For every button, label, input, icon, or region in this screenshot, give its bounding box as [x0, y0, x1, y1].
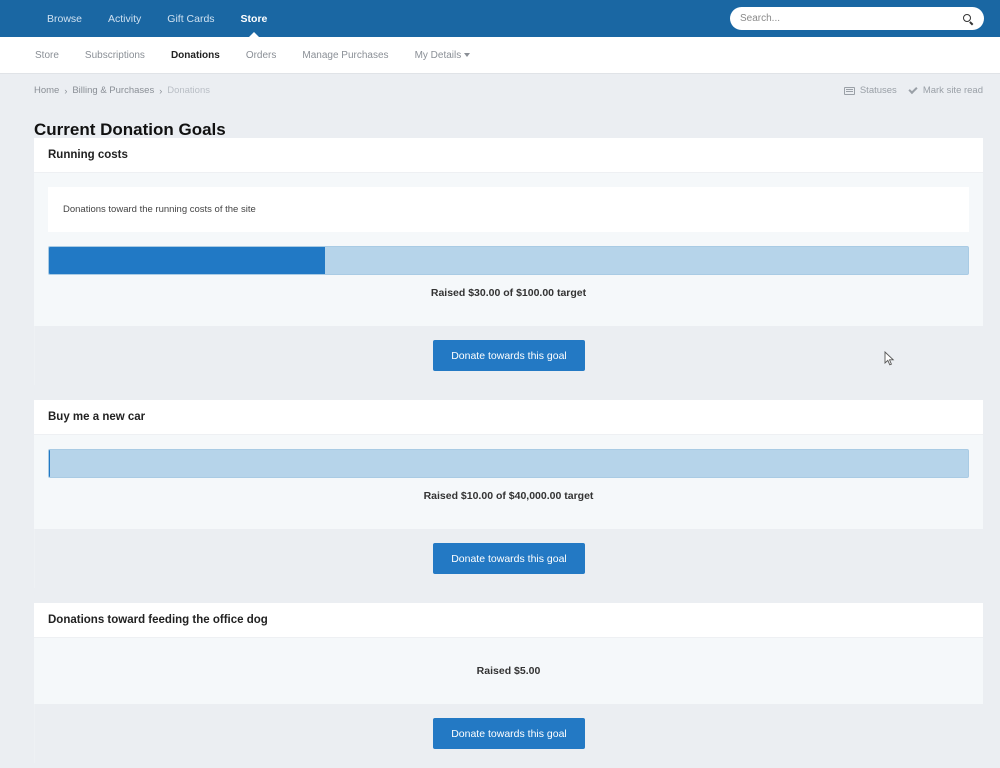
secondary-nav: Store Subscriptions Donations Orders Man…: [0, 37, 1000, 74]
search-input[interactable]: [740, 13, 962, 24]
top-navigation-bar: Browse Activity Gift Cards Store: [0, 0, 1000, 37]
progress-bar: [48, 449, 969, 478]
page-actions: Statuses Mark site read: [832, 84, 983, 96]
donation-goal: Running costs Donations toward the runni…: [34, 138, 983, 385]
breadcrumb-billing[interactable]: Billing & Purchases: [72, 85, 154, 96]
donate-button[interactable]: Donate towards this goal: [433, 340, 585, 371]
breadcrumb-bar: Home › Billing & Purchases › Donations S…: [0, 74, 1000, 107]
nav-store[interactable]: Store: [228, 0, 281, 37]
mark-site-read-label: Mark site read: [922, 85, 983, 96]
statuses-label: Statuses: [859, 85, 897, 96]
subnav-donations[interactable]: Donations: [158, 50, 233, 61]
breadcrumb-separator: ›: [159, 85, 163, 96]
statuses-icon: [843, 86, 855, 95]
breadcrumb-separator: ›: [64, 85, 68, 96]
goal-description: Donations toward the running costs of th…: [48, 187, 969, 232]
mark-site-read-link[interactable]: Mark site read: [908, 84, 983, 96]
goal-body: Raised $10.00 of $40,000.00 target: [34, 435, 983, 529]
goal-title: Buy me a new car: [34, 400, 983, 435]
subnav-orders[interactable]: Orders: [233, 50, 290, 61]
raised-amount: Raised $5.00: [476, 665, 541, 677]
progress-bar-fill: [49, 247, 325, 274]
search-box: [730, 7, 984, 30]
breadcrumb-home[interactable]: Home: [34, 85, 59, 96]
goal-footer: Donate towards this goal: [34, 529, 983, 588]
donation-goal: Buy me a new car Raised $10.00 of $40,00…: [34, 400, 983, 588]
nav-gift-cards[interactable]: Gift Cards: [154, 0, 227, 37]
progress-bar: [48, 246, 969, 275]
goal-footer: Donate towards this goal: [34, 704, 983, 763]
raised-amount: Raised $10.00 of $40,000.00 target: [423, 490, 594, 502]
goal-body: Donations toward the running costs of th…: [34, 173, 983, 326]
primary-nav: Browse Activity Gift Cards Store: [34, 0, 280, 37]
breadcrumb: Home › Billing & Purchases › Donations: [34, 85, 210, 96]
donate-button[interactable]: Donate towards this goal: [433, 718, 585, 749]
donation-goal: Donations toward feeding the office dog …: [34, 603, 983, 763]
nav-browse[interactable]: Browse: [34, 0, 95, 37]
check-icon: [908, 84, 918, 94]
goal-title: Donations toward feeding the office dog: [34, 603, 983, 638]
caret-down-icon: [464, 53, 471, 57]
donate-button[interactable]: Donate towards this goal: [433, 543, 585, 574]
statuses-link[interactable]: Statuses: [843, 85, 897, 96]
page-title: Current Donation Goals: [34, 120, 226, 139]
subnav-store[interactable]: Store: [22, 50, 72, 61]
subnav-manage-purchases[interactable]: Manage Purchases: [289, 50, 401, 61]
breadcrumb-current: Donations: [167, 85, 210, 96]
goal-title: Running costs: [34, 138, 983, 173]
search-icon[interactable]: [962, 13, 974, 25]
subnav-my-details-label: My Details: [414, 49, 462, 61]
subnav-my-details[interactable]: My Details: [402, 50, 484, 61]
subnav-subscriptions[interactable]: Subscriptions: [72, 50, 158, 61]
goal-body: Raised $5.00: [34, 638, 983, 704]
goal-footer: Donate towards this goal: [34, 326, 983, 385]
nav-activity[interactable]: Activity: [95, 0, 154, 37]
raised-amount: Raised $30.00 of $100.00 target: [430, 287, 587, 299]
